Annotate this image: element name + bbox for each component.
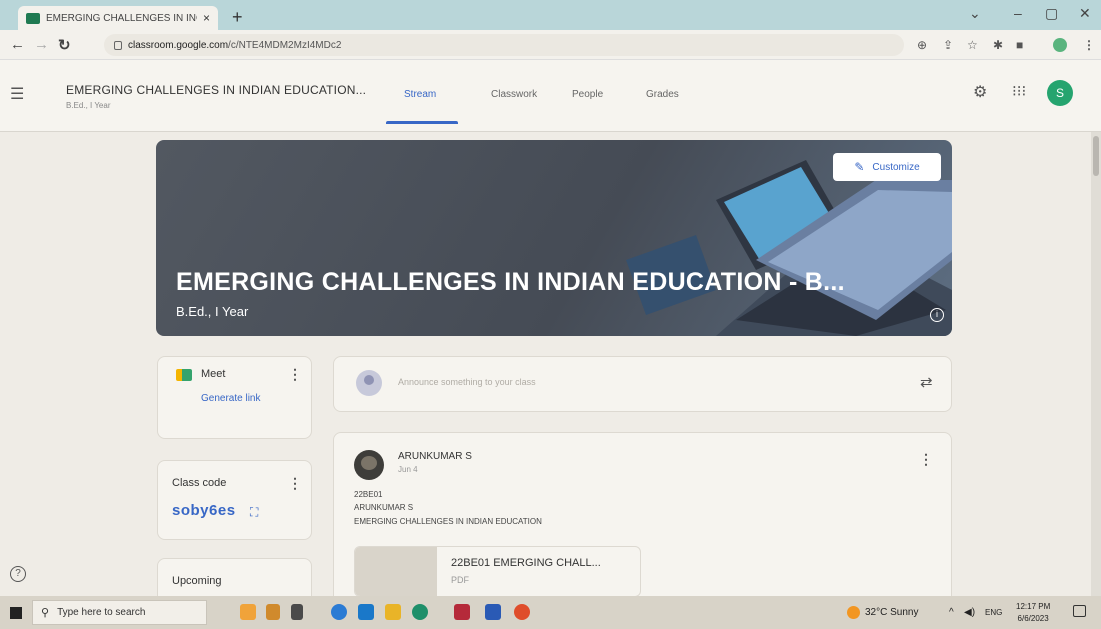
customize-label: Customize: [872, 161, 920, 173]
task-view-icon[interactable]: [291, 604, 303, 620]
page-scrollbar[interactable]: [1091, 132, 1101, 596]
author-avatar: [354, 450, 384, 480]
post-author[interactable]: ARUNKUMAR S: [398, 451, 472, 462]
browser-tab[interactable]: EMERGING CHALLENGES IN INC ×: [18, 6, 218, 30]
forward-arrow-icon[interactable]: →: [34, 36, 49, 53]
attachment-type: PDF: [451, 575, 469, 585]
announce-box[interactable]: Announce something to your class ⇄: [333, 356, 952, 412]
post-line: ARUNKUMAR S: [354, 503, 414, 512]
customize-button[interactable]: ✎ Customize: [833, 153, 941, 181]
store-icon[interactable]: [358, 604, 374, 620]
url-path: /c/NTE4MDM2MzI4MDc2: [228, 39, 342, 51]
tray-chevron-icon[interactable]: ^: [949, 607, 954, 618]
scrollbar-thumb[interactable]: [1093, 136, 1099, 176]
word-app-icon[interactable]: [485, 604, 501, 620]
file-explorer-icon[interactable]: [385, 604, 401, 620]
user-avatar-icon: [356, 370, 382, 396]
lock-icon: [114, 40, 122, 50]
close-window-button[interactable]: ✕: [1079, 5, 1091, 22]
browser-tab-strip: EMERGING CHALLENGES IN INC × + ⌄ – ▢ ✕: [0, 0, 1101, 30]
settings-gear-icon[interactable]: ⚙: [973, 82, 987, 102]
taskbar-clock[interactable]: 12:17 PM 6/6/2023: [1016, 601, 1050, 625]
share-icon[interactable]: ⇪: [943, 38, 953, 52]
cortana-icon[interactable]: [266, 604, 280, 620]
reload-icon[interactable]: ↻: [58, 36, 71, 54]
pdf-attachment[interactable]: 22BE01 EMERGING CHALL... PDF: [354, 546, 641, 597]
attachment-thumbnail: [355, 547, 437, 596]
bookmark-star-icon[interactable]: ☆: [967, 38, 978, 52]
profile-icon[interactable]: [1053, 38, 1067, 52]
info-icon[interactable]: i: [930, 308, 944, 322]
install-app-icon[interactable]: ⊕: [917, 38, 927, 52]
taskbar-search-input[interactable]: ⚲ Type here to search: [32, 600, 207, 625]
class-code-card: Class code ⋮ soby6es ⛶: [157, 460, 312, 540]
clock-time: 12:17 PM: [1016, 602, 1051, 611]
windows-start-icon[interactable]: [10, 607, 22, 619]
classroom-favicon-icon: [26, 12, 40, 24]
main-menu-icon[interactable]: ☰: [10, 84, 24, 104]
generate-link-button[interactable]: Generate link: [201, 393, 260, 404]
help-icon[interactable]: ?: [10, 566, 26, 582]
sun-weather-icon: [847, 606, 860, 619]
pencil-icon: ✎: [854, 160, 865, 174]
post-line: 22BE01: [354, 490, 383, 499]
post-date: Jun 4: [398, 465, 418, 474]
clock-date: 6/6/2023: [1017, 614, 1049, 623]
maximize-button[interactable]: ▢: [1045, 5, 1058, 22]
new-tab-button[interactable]: +: [232, 7, 243, 28]
url-field[interactable]: classroom.google.com /c/NTE4MDM2MzI4MDc2: [104, 34, 904, 56]
extensions-icon[interactable]: ✱: [993, 38, 1003, 52]
back-arrow-icon[interactable]: ←: [10, 36, 25, 53]
notification-icon[interactable]: [1073, 605, 1086, 617]
fullscreen-icon[interactable]: ⛶: [250, 505, 258, 520]
class-code-options-icon[interactable]: ⋮: [288, 475, 302, 492]
tab-grades[interactable]: Grades: [646, 89, 679, 100]
classroom-header: ☰ EMERGING CHALLENGES IN INDIAN EDUCATIO…: [0, 60, 1101, 132]
chrome-icon[interactable]: [514, 604, 530, 620]
tab-search-icon[interactable]: ⌄: [969, 5, 981, 22]
banner-subtitle: B.Ed., I Year: [176, 304, 249, 319]
attachment-name: 22BE01 EMERGING CHALL...: [451, 557, 601, 569]
post-options-icon[interactable]: ⋮: [919, 451, 933, 468]
announce-input[interactable]: Announce something to your class: [398, 377, 536, 387]
url-host: classroom.google.com: [128, 39, 229, 51]
apps-grid-icon[interactable]: ⁝⁝⁝: [1012, 82, 1026, 100]
class-code-value: soby6es: [172, 502, 236, 519]
meet-icon: [176, 369, 192, 381]
browser-menu-icon[interactable]: ⋮: [1083, 38, 1095, 52]
tab-close-icon[interactable]: ×: [203, 11, 210, 25]
taskbar-search-placeholder: Type here to search: [57, 607, 146, 618]
search-icon: ⚲: [41, 607, 50, 619]
browser-tab-title: EMERGING CHALLENGES IN INC: [46, 12, 197, 24]
minimize-button[interactable]: –: [1014, 5, 1022, 21]
post-line: EMERGING CHALLENGES IN INDIAN EDUCATION: [354, 517, 542, 526]
address-bar-row: ← → ↻ classroom.google.com /c/NTE4MDM2Mz…: [0, 30, 1101, 60]
tab-classwork[interactable]: Classwork: [491, 89, 537, 100]
stream-post: ARUNKUMAR S Jun 4 ⋮ 22BE01 ARUNKUMAR S E…: [333, 432, 952, 612]
tab-stream[interactable]: Stream: [404, 89, 436, 100]
volume-icon[interactable]: ◀): [964, 607, 975, 618]
banner-title: EMERGING CHALLENGES IN INDIAN EDUCATION …: [176, 268, 845, 296]
edge-browser-icon[interactable]: [331, 604, 347, 620]
meet-label: Meet: [201, 368, 226, 380]
upcoming-label: Upcoming: [172, 575, 222, 587]
class-code-label: Class code: [172, 477, 227, 489]
class-title[interactable]: EMERGING CHALLENGES IN INDIAN EDUCATION.…: [66, 83, 366, 97]
windows-taskbar: ⚲ Type here to search 32°C Sunny ^ ◀) EN…: [0, 596, 1101, 629]
widgets-icon[interactable]: [240, 604, 256, 620]
chrome-app-icon[interactable]: [412, 604, 428, 620]
tab-people[interactable]: People: [572, 89, 603, 100]
avatar[interactable]: S: [1047, 80, 1073, 106]
language-indicator[interactable]: ENG: [985, 608, 1002, 617]
active-tab-indicator: [386, 121, 458, 124]
repost-icon[interactable]: ⇄: [920, 373, 933, 391]
class-subtitle: B.Ed., I Year: [66, 101, 111, 110]
weather-text[interactable]: 32°C Sunny: [865, 607, 918, 618]
meet-options-icon[interactable]: ⋮: [288, 366, 302, 383]
class-banner: EMERGING CHALLENGES IN INDIAN EDUCATION …: [156, 140, 952, 336]
sidepanel-icon[interactable]: ■: [1016, 38, 1023, 52]
pinned-app-icon[interactable]: [454, 604, 470, 620]
meet-card: Meet ⋮ Generate link: [157, 356, 312, 439]
